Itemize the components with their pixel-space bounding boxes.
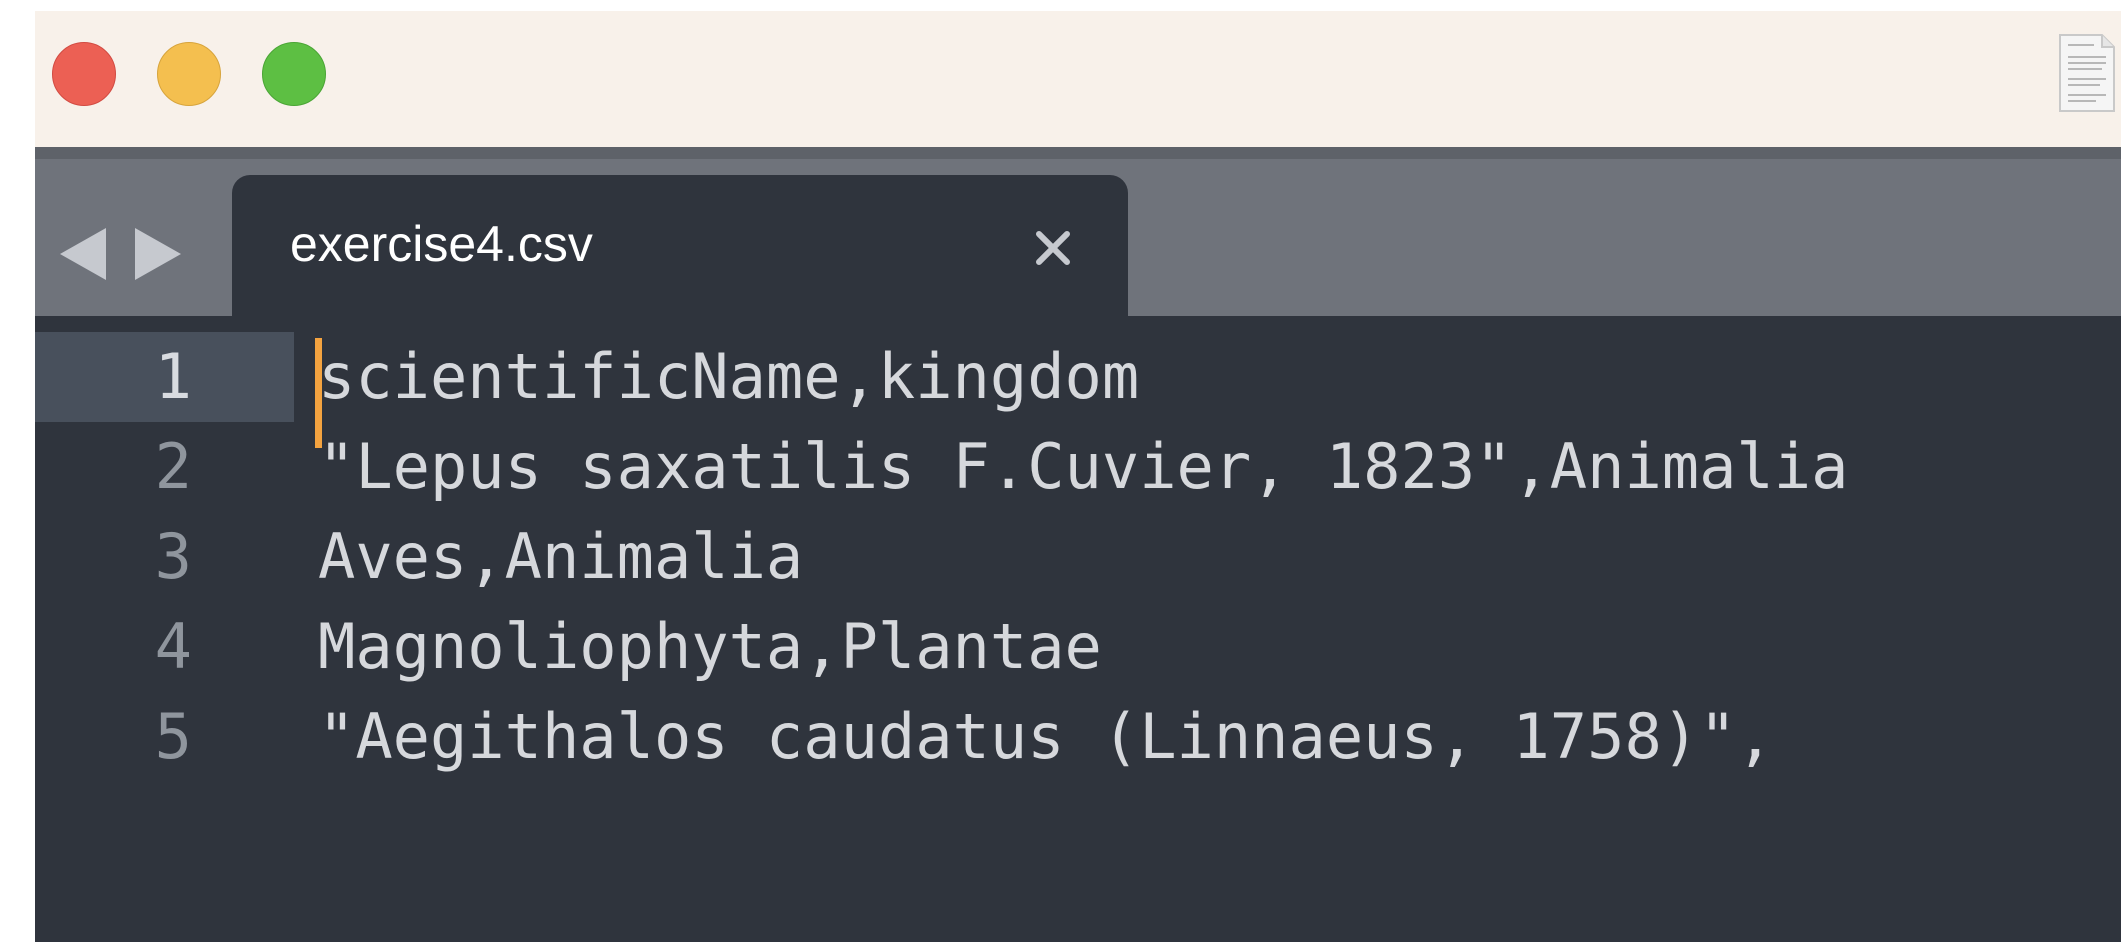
code-line[interactable]: 5 "Aegithalos caudatus (Linnaeus, 1758)"…	[35, 692, 2121, 782]
gutter-cell: 4	[35, 602, 294, 692]
line-number: 2	[154, 430, 192, 503]
tab-title: exercise4.csv	[290, 216, 593, 272]
line-text[interactable]: "Aegithalos caudatus (Linnaeus, 1758)",	[318, 692, 1774, 782]
code-line[interactable]: 1 scientificName,kingdom	[35, 332, 2121, 422]
window-zoom-button[interactable]	[262, 42, 326, 106]
document-icon[interactable]	[2056, 33, 2116, 113]
editor-content[interactable]: 1 scientificName,kingdom 2 "Lepus saxati…	[35, 316, 2121, 942]
line-text[interactable]: Magnoliophyta,Plantae	[318, 602, 1102, 692]
gutter-cell: 1	[35, 332, 294, 422]
code-line[interactable]: 2 "Lepus saxatilis F.Cuvier, 1823",Anima…	[35, 422, 2121, 512]
text-cursor	[315, 338, 322, 448]
line-text[interactable]: "Lepus saxatilis F.Cuvier, 1823",Animali…	[318, 422, 1848, 512]
line-number: 1	[154, 340, 192, 413]
line-text[interactable]: Aves,Animalia	[318, 512, 803, 602]
code-line[interactable]: 4 Magnoliophyta,Plantae	[35, 602, 2121, 692]
window-minimize-button[interactable]	[157, 42, 221, 106]
tab-bar: exercise4.csv	[35, 147, 2121, 328]
editor-window: exercise4.csv 1 scientificName,kingdom 2…	[35, 11, 2121, 942]
window-close-button[interactable]	[52, 42, 116, 106]
tab-exercise4-csv[interactable]: exercise4.csv	[232, 175, 1128, 328]
close-icon[interactable]	[1027, 222, 1079, 274]
title-bar[interactable]	[35, 11, 2121, 147]
gutter-cell: 5	[35, 692, 294, 782]
line-number: 3	[154, 520, 192, 593]
chevron-right-icon[interactable]	[135, 228, 181, 280]
line-text[interactable]: scientificName,kingdom	[318, 332, 1139, 422]
line-number: 4	[154, 610, 192, 683]
code-line[interactable]: 3 Aves,Animalia	[35, 512, 2121, 602]
gutter-cell: 3	[35, 512, 294, 602]
line-number: 5	[154, 700, 192, 773]
gutter-cell: 2	[35, 422, 294, 512]
chevron-left-icon[interactable]	[60, 228, 106, 280]
